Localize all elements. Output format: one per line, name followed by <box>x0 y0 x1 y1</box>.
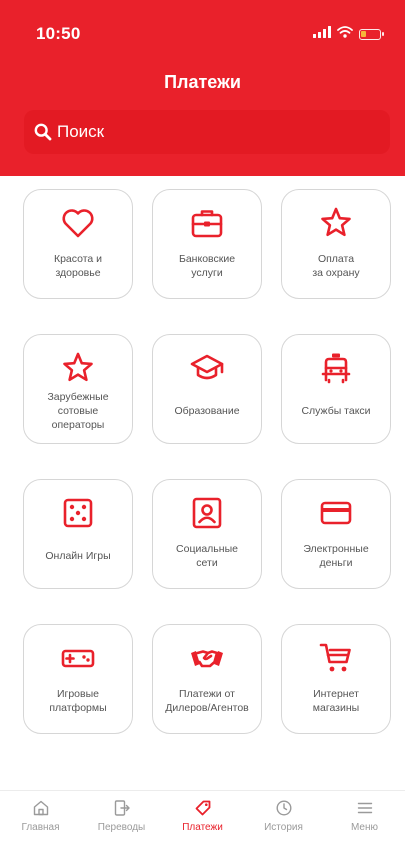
star-icon <box>59 349 97 387</box>
briefcase-icon <box>188 204 226 242</box>
category-tile[interactable]: Платежи от Дилеров/Агентов <box>152 624 262 734</box>
category-tile[interactable]: Оплата за охрану <box>281 189 391 299</box>
nav-item[interactable]: Главная <box>0 791 81 844</box>
menu-icon <box>355 798 375 818</box>
search-input[interactable] <box>54 122 357 142</box>
transfer-icon <box>112 798 132 818</box>
nav-label: Платежи <box>182 822 223 833</box>
star-icon <box>317 204 355 242</box>
wifi-icon <box>337 25 353 43</box>
status-time: 10:50 <box>36 24 81 43</box>
search-icon <box>32 121 54 143</box>
category-tile[interactable]: Онлайн Игры <box>23 479 133 589</box>
tag-icon <box>193 798 213 818</box>
graduation-cap-icon <box>188 349 226 387</box>
clock-icon <box>274 798 294 818</box>
category-tile[interactable]: Социальные сети <box>152 479 262 589</box>
category-grid: Красота и здоровье Банковские услуги Оплат… <box>23 189 391 734</box>
category-tile[interactable]: Образование <box>152 334 262 444</box>
category-label: Оплата за охрану <box>312 253 360 279</box>
nav-item[interactable]: История <box>243 791 324 844</box>
category-label: Онлайн Игры <box>45 550 111 562</box>
category-label: Электронные деньги <box>303 543 369 569</box>
shopping-cart-icon <box>317 639 355 677</box>
page-title: Платежи <box>164 72 241 92</box>
handshake-icon <box>188 639 226 677</box>
category-label: Службы такси <box>301 405 371 417</box>
dice-icon <box>59 494 97 532</box>
category-label: Образование <box>174 405 240 417</box>
battery-level <box>361 30 367 37</box>
heart-icon <box>59 204 97 242</box>
category-label: Платежи от Дилеров/Агентов <box>165 688 249 714</box>
category-tile[interactable]: Электронные деньги <box>281 479 391 589</box>
category-label: Социальные сети <box>176 543 238 569</box>
home-icon <box>31 798 51 818</box>
nav-item[interactable]: Меню <box>324 791 405 844</box>
category-tile[interactable]: Интернет магазины <box>281 624 391 734</box>
nav-item[interactable]: Переводы <box>81 791 162 844</box>
header: 10:50 Платежи Поиск <box>0 0 405 176</box>
nav-label: Переводы <box>97 822 146 833</box>
category-label: Красота и здоровье <box>53 253 103 279</box>
category-tile[interactable]: Банковские услуги <box>152 189 262 299</box>
category-tile[interactable]: Зарубежные сотовые операторы <box>23 334 133 444</box>
category-label: Интернет магазины <box>312 688 360 714</box>
payments-screen: 10:50 Платежи Поиск Красота и здоровье Б… <box>0 0 405 844</box>
taxi-icon <box>317 349 355 387</box>
credit-card-icon <box>317 494 355 532</box>
status-icons <box>313 25 384 43</box>
category-label: Игровые платформы <box>49 688 107 714</box>
nav-item[interactable]: Платежи <box>162 791 243 844</box>
signal-icon <box>313 25 331 43</box>
category-label: Зарубежные сотовые операторы <box>47 391 109 431</box>
gamepad-icon <box>59 639 97 677</box>
user-card-icon <box>188 494 226 532</box>
category-tile[interactable]: Красота и здоровье <box>23 189 133 299</box>
bottom-nav: Главная Переводы Платежи История Меню <box>0 790 405 844</box>
category-tile[interactable]: Службы такси <box>281 334 391 444</box>
status-bar: 10:50 <box>0 0 405 60</box>
battery-icon <box>359 28 384 40</box>
category-label: Банковские услуги <box>178 253 236 279</box>
nav-label: Главная <box>21 822 60 833</box>
search-box[interactable] <box>24 110 390 154</box>
nav-label: Меню <box>350 822 379 833</box>
category-tile[interactable]: Игровые платформы <box>23 624 133 734</box>
nav-label: История <box>264 822 303 833</box>
